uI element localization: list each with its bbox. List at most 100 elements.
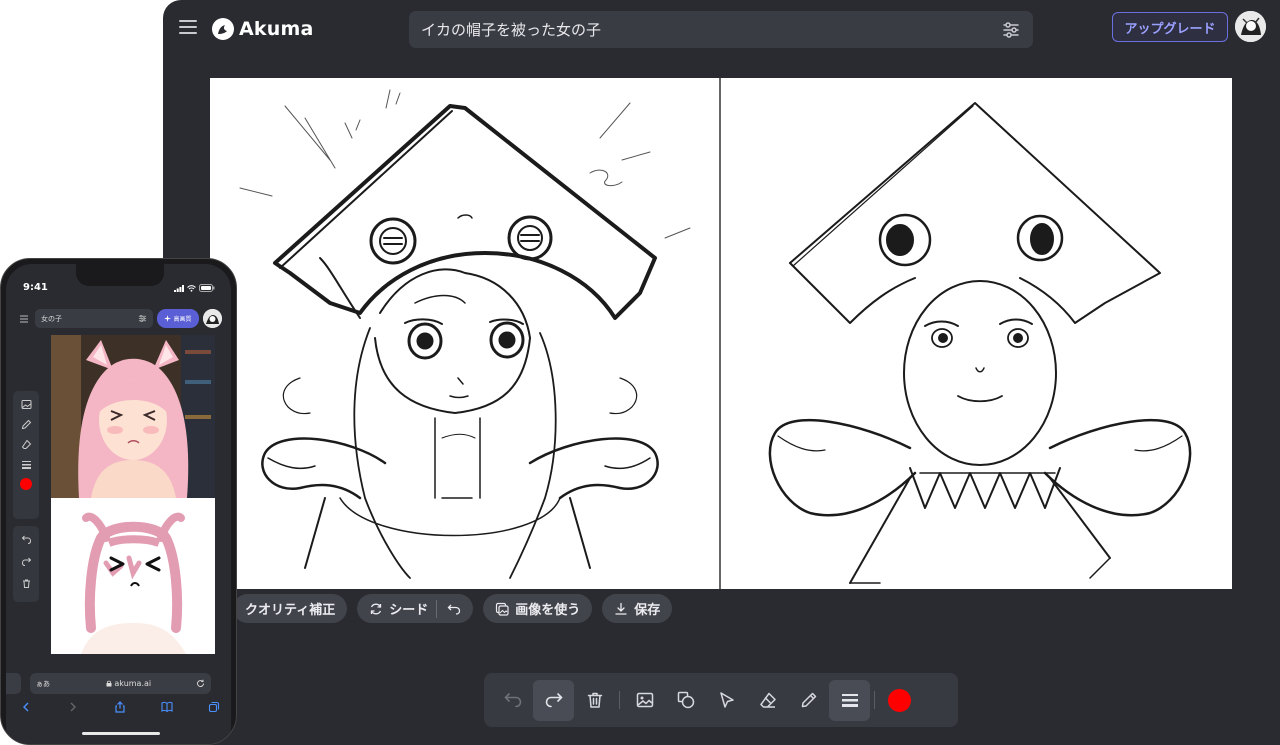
phone-redo-tool[interactable] [19,554,33,568]
sparkle-icon [164,315,172,322]
seed-button[interactable]: シード [357,594,474,623]
seed-separator [436,599,438,618]
phone-clock: 9:41 [23,282,48,293]
phone-color-swatch [20,478,32,490]
toolbar-divider [874,691,875,709]
back-icon[interactable] [20,701,32,713]
drawing-canvas[interactable] [210,78,1232,589]
color-picker-button[interactable] [879,680,920,721]
seed-label: シード [389,603,429,618]
select-tool-button[interactable] [706,680,747,721]
color-swatch [888,688,911,712]
battery-icon [199,284,215,292]
phone-home-indicator [82,732,160,735]
copy-image-icon [496,602,509,616]
use-image-button[interactable]: 画像を使う [483,594,593,623]
pointer-icon [719,692,734,708]
prompt-bar [409,11,1033,48]
eraser-icon [759,692,776,708]
phone-generated-image [51,335,215,498]
phone-status-icons [174,284,215,292]
phone-color-tool[interactable] [19,477,33,491]
ai-generated-sketch [239,89,691,579]
canvas-artwork [239,78,1192,589]
phone-image-tool[interactable] [19,397,33,411]
stroke-width-icon [841,694,858,707]
phone-trash-icon [22,579,30,588]
pencil-icon [801,692,816,708]
image-icon [636,692,653,708]
phone-sketch-artwork [81,512,186,654]
redo-icon [545,693,563,708]
phone-hq-label: 高画質 [173,316,192,323]
undo-icon [503,693,521,708]
signal-icon [174,284,184,292]
phone-mockup: 9:41 女の子 高画質 ぁあ akuma.ai [0,258,237,745]
phone-hq-button[interactable]: 高画質 [157,309,199,328]
phone-eraser-icon [21,439,31,449]
pencil-tool-button[interactable] [788,680,829,721]
quality-correction-label: クオリティ補正 [245,603,336,618]
hamburger-menu-icon[interactable] [178,17,198,37]
shapes-icon [677,691,694,709]
phone-eraser-tool[interactable] [19,437,33,451]
phone-pencil-tool[interactable] [19,417,33,431]
phone-avatar-image [203,309,222,328]
phone-sliders-icon[interactable] [138,314,147,323]
phone-notch [76,264,164,286]
seed-undo-icon[interactable] [447,602,461,616]
anime-girl-illustration [51,335,215,498]
shape-tool-button[interactable] [665,680,706,721]
clear-button[interactable] [574,680,615,721]
phone-reader-toggle[interactable]: ぁあ [36,679,61,689]
phone-image-icon [21,399,31,409]
phone-avatar[interactable] [203,309,222,328]
phone-prompt-text: 女の子 [41,314,62,323]
quality-correction-button[interactable]: クオリティ補正 [233,594,348,623]
phone-history-column [13,526,39,602]
akuma-logo-icon [212,18,234,40]
screenshot-stage: Akuma アップグレード [0,0,1280,745]
phone-redo-icon [21,557,31,566]
phone-url-text: akuma.ai [61,679,196,688]
drawing-toolbar [484,673,958,727]
app-logo[interactable]: Akuma [211,15,314,43]
desktop-app-window: Akuma アップグレード [163,0,1280,745]
save-button[interactable]: 保存 [602,594,673,623]
phone-menu-icon[interactable] [19,314,29,324]
phone-tab-stub [6,673,21,694]
stroke-width-button[interactable] [829,679,870,721]
share-icon[interactable] [114,701,126,713]
user-avatar[interactable] [1235,11,1266,42]
reload-icon[interactable] [196,679,205,688]
phone-stroke-icon [21,460,31,469]
lock-icon [106,680,112,687]
phone-url-label: akuma.ai [114,679,152,688]
bookmarks-icon[interactable] [161,701,173,713]
phone-trash-tool[interactable] [19,576,33,590]
forward-icon[interactable] [67,701,79,713]
phone-pencil-icon [21,419,31,429]
redo-button[interactable] [533,679,574,721]
use-image-label: 画像を使う [515,603,581,618]
tabs-icon[interactable] [208,701,220,713]
prompt-input[interactable] [421,20,1001,39]
download-icon [615,602,627,615]
trash-icon [587,692,602,708]
image-tool-button[interactable] [624,680,665,721]
eraser-tool-button[interactable] [747,680,788,721]
upgrade-button[interactable]: アップグレード [1112,12,1228,42]
phone-url-bar[interactable]: ぁあ akuma.ai [30,673,211,694]
refresh-icon [371,603,382,614]
phone-safari-nav [20,701,220,717]
phone-undo-tool[interactable] [19,532,33,546]
undo-button[interactable] [492,680,533,721]
sliders-icon[interactable] [1001,20,1021,40]
phone-prompt-bar[interactable]: 女の子 [35,309,153,328]
save-label: 保存 [634,603,661,618]
user-drawing [768,102,1192,584]
phone-undo-icon [21,535,31,544]
phone-stroke-tool[interactable] [19,457,33,471]
phone-screen: 9:41 女の子 高画質 ぁあ akuma.ai [6,264,231,744]
phone-sketch-canvas[interactable] [51,498,215,654]
